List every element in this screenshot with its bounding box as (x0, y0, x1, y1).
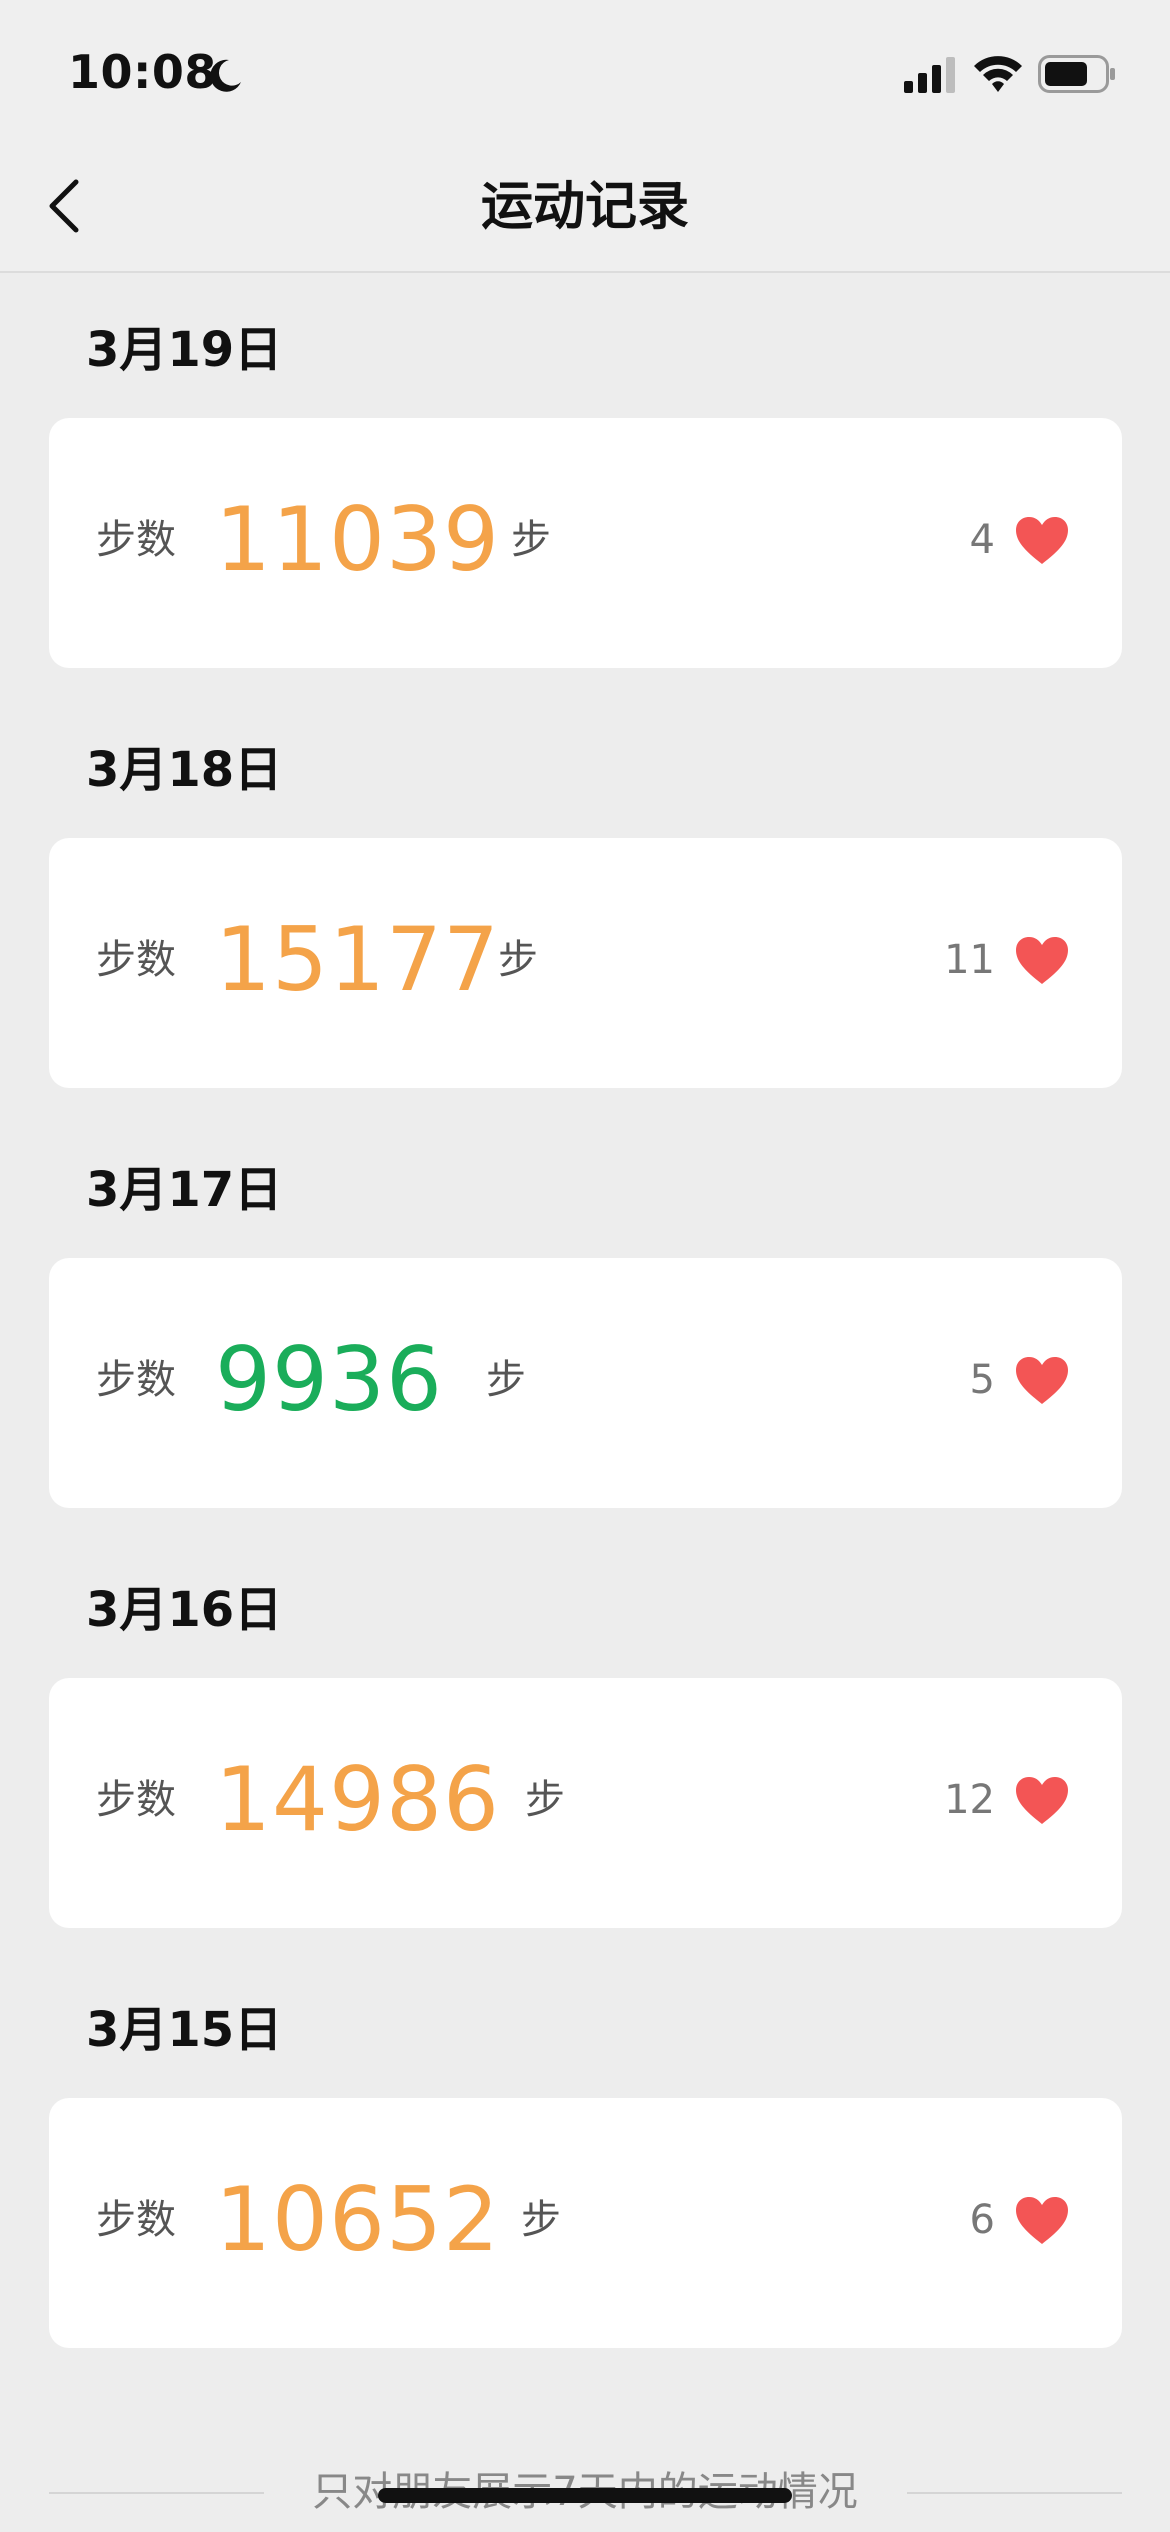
steps-label: 步数 (96, 2197, 176, 2243)
home-indicator[interactable] (378, 2488, 792, 2503)
record-card[interactable]: 步数 10652 步 6 (49, 2098, 1122, 2348)
heart-icon[interactable] (1014, 1356, 1070, 1406)
steps-unit: 步 (521, 2197, 561, 2243)
moon-icon (210, 59, 241, 92)
record-card[interactable]: 步数 15177 步 11 (49, 838, 1122, 1088)
wifi-icon (974, 56, 1022, 92)
steps-unit: 步 (498, 937, 538, 983)
steps-unit: 步 (525, 1777, 565, 1823)
steps-label: 步数 (96, 1777, 176, 1823)
battery-icon (1038, 55, 1115, 93)
record-date: 3月17日 (86, 1162, 283, 1218)
like-count: 6 (969, 2197, 995, 2243)
steps-label: 步数 (96, 517, 176, 563)
cellular-signal-icon (904, 57, 955, 93)
record-date: 3月15日 (86, 2002, 283, 2058)
heart-icon[interactable] (1014, 936, 1070, 986)
record-card[interactable]: 步数 11039 步 4 (49, 418, 1122, 668)
heart-icon[interactable] (1014, 516, 1070, 566)
steps-label: 步数 (96, 937, 176, 983)
steps-value: 11039 (215, 488, 500, 591)
steps-value: 14986 (215, 1748, 500, 1851)
like-count: 5 (969, 1357, 995, 1403)
record-date: 3月19日 (86, 322, 283, 378)
like-count: 11 (944, 937, 995, 983)
like-count: 4 (969, 517, 995, 563)
status-time: 10:08 (68, 45, 217, 99)
page-title: 运动记录 (480, 177, 689, 237)
steps-value: 10652 (215, 2168, 500, 2271)
steps-unit: 步 (511, 517, 551, 563)
record-card[interactable]: 步数 14986 步 12 (49, 1678, 1122, 1928)
record-card[interactable]: 步数 9936 步 5 (49, 1258, 1122, 1508)
nav-bar: 运动记录 (0, 140, 1170, 273)
heart-icon[interactable] (1014, 1776, 1070, 1826)
like-count: 12 (944, 1777, 995, 1823)
record-date: 3月16日 (86, 1582, 283, 1638)
record-date: 3月18日 (86, 742, 283, 798)
heart-icon[interactable] (1014, 2196, 1070, 2246)
status-bar: 10:08 (0, 0, 1170, 140)
steps-value: 9936 (215, 1328, 443, 1431)
steps-unit: 步 (486, 1357, 526, 1403)
steps-label: 步数 (96, 1357, 176, 1403)
steps-value: 15177 (215, 908, 500, 1011)
